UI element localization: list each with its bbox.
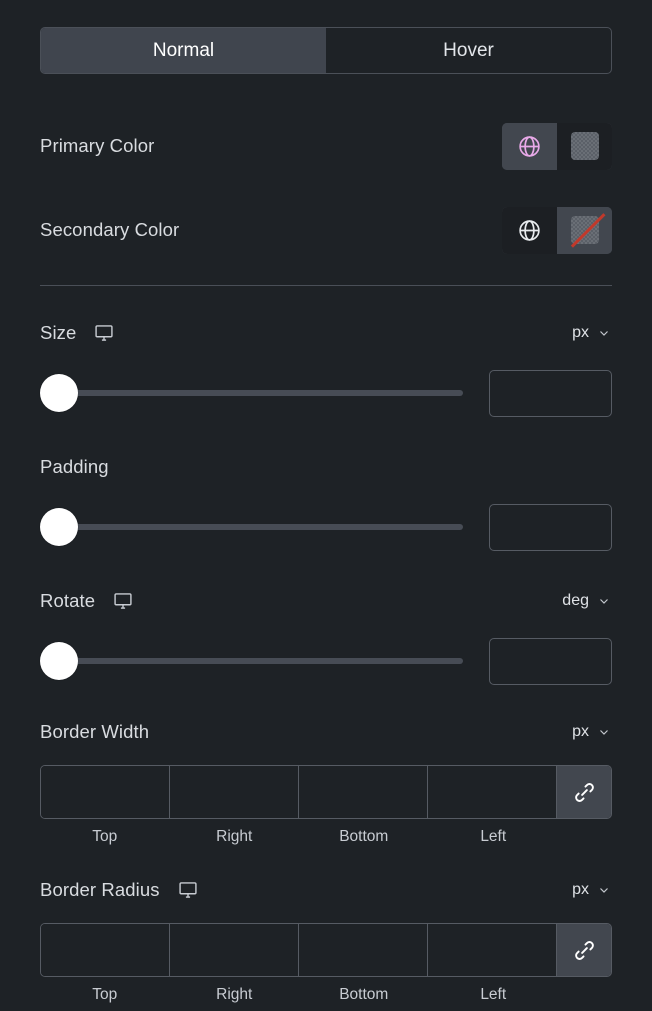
primary-color-swatch-button[interactable] [557, 122, 612, 170]
chevron-down-icon [598, 726, 610, 738]
padding-header: Padding [40, 450, 612, 484]
border-width-right-label: Right [216, 828, 253, 845]
rotate-header: Rotate deg [40, 584, 612, 618]
border-width-top-label: Top [92, 828, 118, 845]
monitor-icon[interactable] [178, 880, 198, 900]
padding-control: Padding [40, 450, 612, 554]
border-radius-top-input[interactable] [41, 924, 170, 976]
border-radius-left-label: Left [480, 986, 507, 1003]
chevron-down-icon [598, 595, 610, 607]
rotate-slider[interactable] [40, 642, 463, 680]
tab-hover-label: Hover [443, 39, 494, 61]
border-radius-label: Border Radius [40, 879, 160, 900]
rotate-slider-track [60, 658, 463, 664]
link-icon [574, 940, 594, 960]
secondary-color-row: Secondary Color [40, 197, 612, 263]
border-width-right-input[interactable] [170, 766, 299, 818]
border-radius-bottom-input[interactable] [299, 924, 428, 976]
border-width-bottom-label: Bottom [339, 828, 389, 845]
border-radius-top-label: Top [92, 986, 118, 1003]
rotate-label: Rotate [40, 590, 96, 611]
globe-icon [519, 219, 540, 241]
rotate-slider-thumb[interactable] [40, 642, 78, 680]
primary-color-control [502, 122, 612, 170]
border-radius-bottom-label: Bottom [339, 986, 389, 1003]
primary-color-row: Primary Color [40, 113, 612, 179]
border-radius-right-label: Right [216, 986, 253, 1003]
border-width-fields [40, 765, 612, 819]
size-slider[interactable] [40, 374, 463, 412]
secondary-color-swatch-button[interactable] [557, 206, 612, 254]
border-width-bottom-input[interactable] [299, 766, 428, 818]
style-settings-panel: Normal Hover Primary Color Secondary Col… [0, 27, 652, 1011]
border-width-control: Border Width px Top Right Bottom Left [40, 715, 612, 846]
size-control: Size px [40, 316, 612, 420]
size-value-input[interactable] [489, 369, 612, 417]
secondary-global-color-button[interactable] [502, 206, 557, 254]
tab-normal[interactable]: Normal [41, 28, 326, 73]
border-radius-header: Border Radius px [40, 873, 612, 907]
tab-hover[interactable]: Hover [326, 28, 611, 73]
label-spacer [558, 828, 612, 846]
size-slider-thumb[interactable] [40, 374, 78, 412]
monitor-icon[interactable] [94, 323, 114, 343]
border-radius-fields [40, 923, 612, 977]
rotate-control: Rotate deg [40, 584, 612, 688]
size-slider-row [40, 366, 612, 420]
border-radius-left-input[interactable] [428, 924, 557, 976]
padding-label: Padding [40, 456, 109, 477]
secondary-color-swatch-empty [570, 216, 599, 244]
border-radius-side-labels: Top Right Bottom Left [40, 986, 612, 1004]
size-header: Size px [40, 316, 612, 350]
rotate-slider-row [40, 634, 612, 688]
border-radius-link-values-button[interactable] [557, 924, 611, 976]
secondary-color-label: Secondary Color [40, 219, 180, 240]
border-width-left-label: Left [480, 828, 507, 845]
rotate-unit-dropdown[interactable]: deg [562, 592, 612, 610]
border-width-header: Border Width px [40, 715, 612, 749]
padding-slider[interactable] [40, 508, 463, 546]
border-width-left-input[interactable] [428, 766, 557, 818]
chevron-down-icon [598, 327, 610, 339]
rotate-unit-value: deg [562, 592, 589, 609]
primary-color-swatch [570, 132, 599, 160]
rotate-value-input[interactable] [489, 637, 612, 685]
border-radius-control: Border Radius px Top Right Bottom Left [40, 873, 612, 1004]
border-width-unit-value: px [572, 723, 589, 740]
primary-global-color-button[interactable] [502, 122, 557, 170]
border-width-label: Border Width [40, 721, 150, 742]
tab-normal-label: Normal [152, 39, 215, 61]
size-unit-value: px [572, 324, 589, 341]
size-slider-track [60, 390, 463, 396]
link-icon [574, 782, 594, 802]
border-radius-unit-dropdown[interactable]: px [572, 881, 612, 899]
globe-icon [519, 135, 540, 157]
size-unit-dropdown[interactable]: px [572, 324, 612, 342]
border-radius-right-input[interactable] [170, 924, 299, 976]
label-spacer [558, 986, 612, 1004]
monitor-icon[interactable] [113, 591, 133, 611]
padding-slider-row [40, 500, 612, 554]
border-radius-unit-value: px [572, 881, 589, 898]
primary-color-label: Primary Color [40, 135, 155, 156]
padding-slider-track [60, 524, 463, 530]
section-divider [40, 285, 612, 286]
padding-slider-thumb[interactable] [40, 508, 78, 546]
chevron-down-icon [598, 884, 610, 896]
padding-value-input[interactable] [489, 503, 612, 551]
border-width-link-values-button[interactable] [557, 766, 611, 818]
size-label: Size [40, 322, 77, 343]
border-width-top-input[interactable] [41, 766, 170, 818]
state-tab-bar: Normal Hover [40, 27, 612, 74]
border-width-side-labels: Top Right Bottom Left [40, 828, 612, 846]
border-width-unit-dropdown[interactable]: px [572, 723, 612, 741]
secondary-color-control [502, 206, 612, 254]
